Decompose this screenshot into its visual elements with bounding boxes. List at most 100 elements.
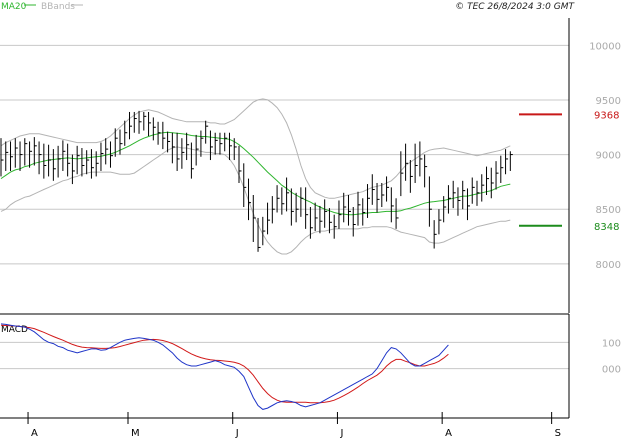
chart-header: MA20 BBands © TEC 26/8/2024 3:0 GMT <box>1 2 576 12</box>
price-bar <box>62 140 66 171</box>
copyright-text: © TEC 26/8/2024 3:0 GMT <box>455 2 575 12</box>
price-bar <box>86 150 90 175</box>
price-y-tick-label: 9000 <box>596 151 621 162</box>
price-bar <box>52 149 56 181</box>
price-bar <box>509 151 513 171</box>
price-bar <box>219 132 223 155</box>
price-bar <box>466 188 470 221</box>
support-level-label: 8348 <box>594 222 619 233</box>
price-bar <box>343 192 347 223</box>
price-bar <box>257 217 261 252</box>
price-bar <box>124 120 128 146</box>
price-bar <box>129 111 133 140</box>
price-bar <box>333 214 337 239</box>
price-bar <box>81 148 85 177</box>
price-bar <box>38 141 42 175</box>
price-bar <box>281 187 285 215</box>
price-bar <box>24 138 28 166</box>
price-bar <box>205 120 209 144</box>
price-bar <box>10 141 14 171</box>
price-bar <box>100 142 104 171</box>
price-bar <box>371 174 375 205</box>
price-bar <box>424 154 428 188</box>
x-axis-tick-label: M <box>131 428 140 439</box>
macd-y-tick-label: 000 <box>602 365 621 376</box>
x-axis-tick-label: S <box>555 428 561 439</box>
price-bar <box>200 130 204 157</box>
price-bar <box>143 111 147 131</box>
price-bar <box>495 161 499 190</box>
x-axis-tick-label: A <box>445 428 452 439</box>
price-bar <box>67 143 71 177</box>
price-bar <box>390 187 394 223</box>
price-bar <box>105 138 109 165</box>
legend-bbands-label: BBands <box>41 2 75 12</box>
price-bar <box>214 132 218 155</box>
price-bar <box>376 182 380 213</box>
stock-chart: MA20 BBands © TEC 26/8/2024 3:0 GMT 9368… <box>0 2 621 439</box>
price-y-tick-label: 8000 <box>596 260 621 271</box>
price-bar <box>228 132 232 161</box>
price-bar <box>471 177 475 204</box>
price-bar <box>248 178 252 221</box>
price-bar <box>19 141 23 171</box>
macd-main-line <box>0 323 449 410</box>
price-bar <box>57 145 61 178</box>
price-bar <box>276 185 280 213</box>
price-bar <box>381 182 385 208</box>
macd-panel: MACD 100000 <box>0 314 621 418</box>
price-bar <box>186 132 190 161</box>
macd-signal-line <box>0 324 449 404</box>
x-axis-tick-label: J <box>339 428 343 439</box>
price-bar <box>119 129 123 155</box>
price-bar <box>5 141 9 171</box>
macd-gridlines <box>0 341 569 370</box>
price-bar <box>433 220 437 249</box>
price-bar <box>33 137 37 166</box>
price-panel: 9368 8348 10000 9500 9000 8500 8000 <box>0 18 621 313</box>
price-bar <box>400 151 404 197</box>
price-bar <box>324 199 328 228</box>
price-bar <box>357 191 361 226</box>
price-bar <box>76 145 80 175</box>
price-bar <box>419 141 423 177</box>
price-bar <box>300 187 304 217</box>
price-bar <box>352 207 356 237</box>
price-bar <box>409 160 413 193</box>
x-axis-ticks: AMJJAS <box>27 412 561 439</box>
price-bar <box>295 192 299 223</box>
price-bar <box>114 128 118 157</box>
macd-y-ticks: 100 000 <box>602 338 621 375</box>
price-bar <box>490 167 494 199</box>
price-bar <box>500 155 504 183</box>
price-bar <box>90 149 94 179</box>
x-axis-tick-label: J <box>235 428 239 439</box>
price-bar <box>14 138 18 168</box>
price-bar <box>481 174 485 202</box>
price-bar <box>176 132 180 171</box>
price-bar <box>338 200 342 229</box>
price-bar <box>286 177 290 212</box>
price-bar <box>138 110 142 134</box>
price-bar <box>314 202 318 232</box>
price-bars <box>0 110 513 252</box>
price-bar <box>414 143 418 183</box>
price-bar <box>133 111 137 133</box>
price-bar <box>505 149 509 175</box>
price-bar <box>386 176 390 202</box>
macd-y-tick-label: 100 <box>602 338 621 349</box>
price-bar <box>395 198 399 229</box>
price-bar <box>224 132 228 152</box>
price-y-tick-label: 8500 <box>596 205 621 216</box>
price-bar <box>190 142 194 179</box>
price-bar <box>243 163 247 208</box>
price-y-tick-label: 10000 <box>589 41 621 52</box>
price-y-tick-label: 9500 <box>596 96 621 107</box>
price-bar <box>457 187 461 216</box>
resistance-level-label: 9368 <box>594 110 619 121</box>
price-bar <box>305 187 309 229</box>
price-bar <box>319 205 323 234</box>
price-bar <box>181 138 185 169</box>
price-bar <box>48 144 52 177</box>
price-bar <box>233 138 237 161</box>
